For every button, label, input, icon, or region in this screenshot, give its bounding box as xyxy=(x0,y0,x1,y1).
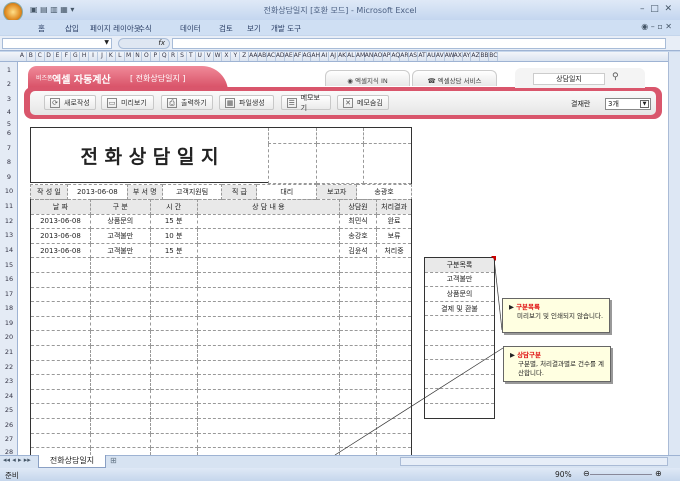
button-icon: ⟳ xyxy=(50,97,60,108)
toolbar-button[interactable]: ⟳ 새로작성 xyxy=(44,95,96,110)
comment-connectors xyxy=(334,256,504,456)
ribbon-tab[interactable]: 데이터 xyxy=(180,23,201,34)
button-icon: ▦ xyxy=(225,97,235,108)
toolbar-button[interactable]: ▭ 미리보기 xyxy=(101,95,154,110)
zoom-in-icon[interactable]: ⊕ xyxy=(655,469,662,478)
insert-sheet-icon[interactable]: ⊞ xyxy=(110,456,117,465)
toolbar-button[interactable]: ☰ 메모보기 xyxy=(281,93,331,112)
button-icon: ☰ xyxy=(287,97,297,108)
horizontal-scrollbar[interactable] xyxy=(400,457,668,466)
button-icon: ⎙ xyxy=(167,97,177,108)
comment-box[interactable]: ▶ 구분목록 미리보기 및 인쇄되지 않습니다. xyxy=(502,298,610,333)
comment-indicator xyxy=(491,256,496,261)
status-mode: 준비 xyxy=(5,471,19,480)
button-label: 메모보기 xyxy=(300,93,320,112)
toolbar-button[interactable]: ▦ 파일생성 xyxy=(219,95,274,110)
ribbon-tab[interactable]: 수식 xyxy=(138,23,152,34)
toolbar-button[interactable]: ✕ 메모숨김 xyxy=(337,95,389,110)
button-icon: ✕ xyxy=(343,97,353,108)
comment-text: 구분별, 처리결과별로 건수를 계산합니다. xyxy=(518,360,605,377)
ribbon-tab[interactable]: 개발 도구 xyxy=(271,23,301,34)
sheet-nav-buttons[interactable]: ◂◂ ◂ ▸ ▸▸ xyxy=(3,456,31,464)
zoom-out-icon[interactable]: ⊖ xyxy=(583,469,590,478)
ribbon-tab[interactable]: 홈 xyxy=(38,23,45,34)
connector-line xyxy=(334,347,504,456)
status-bar xyxy=(0,468,680,481)
toolbar-button[interactable]: ⎙ 출력하기 xyxy=(161,95,213,110)
zoom-slider[interactable] xyxy=(590,474,652,475)
zoom-level: 90% xyxy=(555,470,572,479)
button-label: 파일생성 xyxy=(239,98,265,107)
ribbon-tab[interactable]: 삽입 xyxy=(65,23,79,34)
ribbon-tab[interactable]: 보기 xyxy=(247,23,261,34)
comment-title: 상담구분 xyxy=(517,351,541,359)
button-label: 출력하기 xyxy=(181,98,207,107)
ribbon-tab[interactable]: 페이지 레이아웃 xyxy=(90,23,141,34)
ribbon-tab[interactable]: 검토 xyxy=(219,23,233,34)
button-icon: ▭ xyxy=(107,97,117,108)
comment-text: 미리보기 및 인쇄되지 않습니다. xyxy=(517,312,604,320)
sheet-tab[interactable]: 전화상담일지 xyxy=(38,455,106,468)
connector-line xyxy=(493,257,503,331)
comment-title: 구분목록 xyxy=(516,303,540,311)
button-label: 새로작성 xyxy=(64,98,90,107)
button-label: 미리보기 xyxy=(121,98,147,107)
button-label: 메모숨김 xyxy=(357,98,383,107)
comment-box[interactable]: ▶ 상담구분 구분별, 처리결과별로 건수를 계산합니다. xyxy=(503,346,611,382)
